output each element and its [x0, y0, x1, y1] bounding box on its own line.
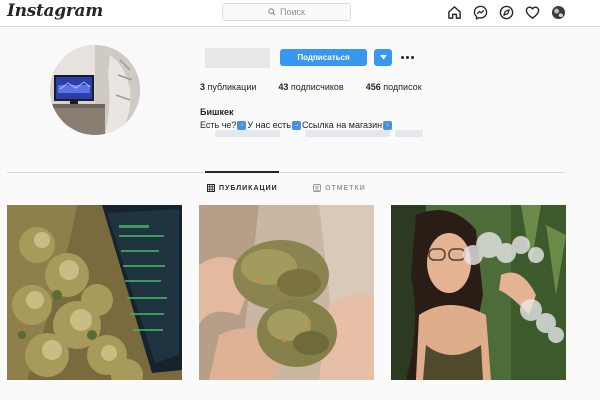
redacted-link: [215, 130, 280, 137]
redacted-link: [305, 130, 390, 137]
follow-button[interactable]: Подписаться: [280, 49, 367, 66]
top-nav: Instagram Поиск: [0, 0, 600, 27]
following-stat[interactable]: 456 подписок: [366, 82, 422, 92]
grid-icon: [207, 184, 215, 192]
redacted-link: [395, 130, 423, 137]
explore-compass-icon[interactable]: [499, 5, 514, 20]
post-thumbnail[interactable]: [391, 205, 566, 380]
more-options-button[interactable]: [399, 50, 415, 64]
tab-tagged[interactable]: ОТМЕТКИ: [313, 184, 366, 192]
bio-text-2: У нас есть: [247, 120, 291, 130]
more-dot-icon: [405, 55, 409, 59]
tagged-person-icon: [313, 184, 321, 192]
arrow-right-emoji-icon: →: [291, 120, 301, 130]
profile-bio: Есть че? ↓ У нас есть → Ссылка на магази…: [200, 120, 393, 130]
username-redacted: [205, 48, 270, 68]
posts-count: 3: [200, 82, 206, 92]
bio-text-3: Ссылка на магазин: [301, 120, 383, 130]
bio-text-1: Есть че?: [200, 120, 237, 130]
followers-label: подписчиков: [290, 82, 344, 92]
following-label: подписок: [383, 82, 422, 92]
profile-stats: 3 публикации 43 подписчиков 456 подписок: [200, 82, 444, 92]
home-icon[interactable]: [447, 5, 462, 20]
search-placeholder: Поиск: [280, 7, 305, 17]
arrow-down-emoji-icon: ↓: [237, 120, 247, 130]
posts-label: публикации: [207, 82, 257, 92]
arrow-down-emoji-icon: ↓: [383, 120, 393, 130]
more-dot-icon: [410, 55, 414, 59]
search-input[interactable]: Поиск: [222, 3, 351, 21]
instagram-logo[interactable]: Instagram: [7, 1, 103, 21]
messenger-icon[interactable]: [473, 5, 488, 20]
chevron-down-icon: [379, 55, 387, 60]
tab-posts-label: ПУБЛИКАЦИИ: [219, 184, 278, 192]
heart-icon[interactable]: [525, 5, 540, 20]
post-thumbnail[interactable]: [199, 205, 374, 380]
followers-count: 43: [278, 82, 289, 92]
active-tab-indicator: [205, 171, 279, 173]
suggested-dropdown-button[interactable]: [374, 49, 392, 66]
search-icon: [268, 8, 276, 16]
profile-avatar: [50, 45, 140, 135]
profile-avatar-icon[interactable]: [551, 5, 566, 20]
tabs-divider: [7, 172, 565, 173]
more-dot-icon: [400, 55, 404, 59]
post-thumbnail[interactable]: [7, 205, 182, 380]
posts-stat: 3 публикации: [200, 82, 256, 92]
tab-posts[interactable]: ПУБЛИКАЦИИ: [207, 184, 278, 192]
tab-tagged-label: ОТМЕТКИ: [325, 184, 366, 192]
following-count: 456: [365, 82, 381, 92]
profile-full-name: Бишкек: [200, 107, 234, 117]
followers-stat[interactable]: 43 подписчиков: [278, 82, 343, 92]
